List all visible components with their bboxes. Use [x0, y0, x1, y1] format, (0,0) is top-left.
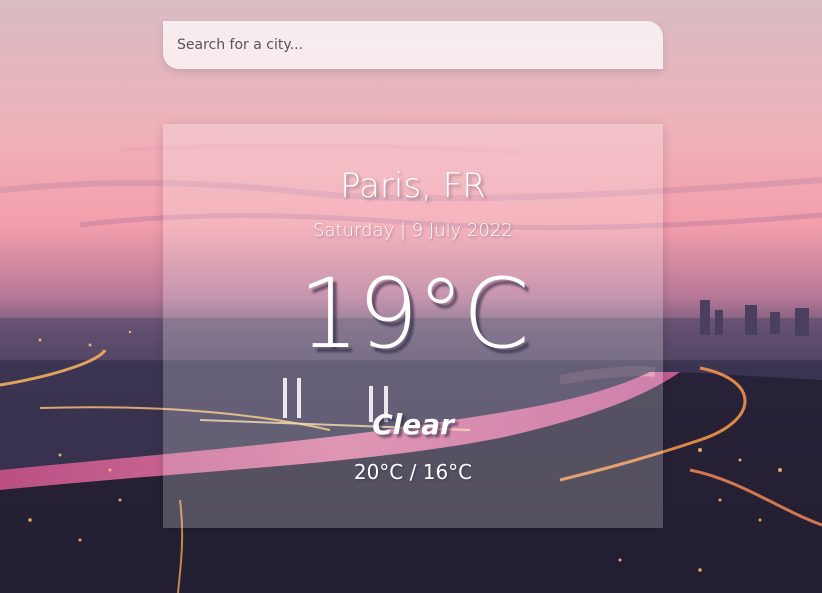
current-temperature: 19°C: [298, 258, 529, 370]
date-label: Saturday | 9 July 2022: [313, 220, 513, 241]
hi-low-temperature: 20°C / 16°C: [353, 460, 473, 484]
weather-card: Paris, FR Saturday | 9 July 2022 19°C Cl…: [163, 124, 663, 528]
location-label: Paris, FR: [340, 166, 486, 206]
city-search-input[interactable]: [163, 21, 663, 69]
weather-condition: Clear: [372, 408, 454, 441]
